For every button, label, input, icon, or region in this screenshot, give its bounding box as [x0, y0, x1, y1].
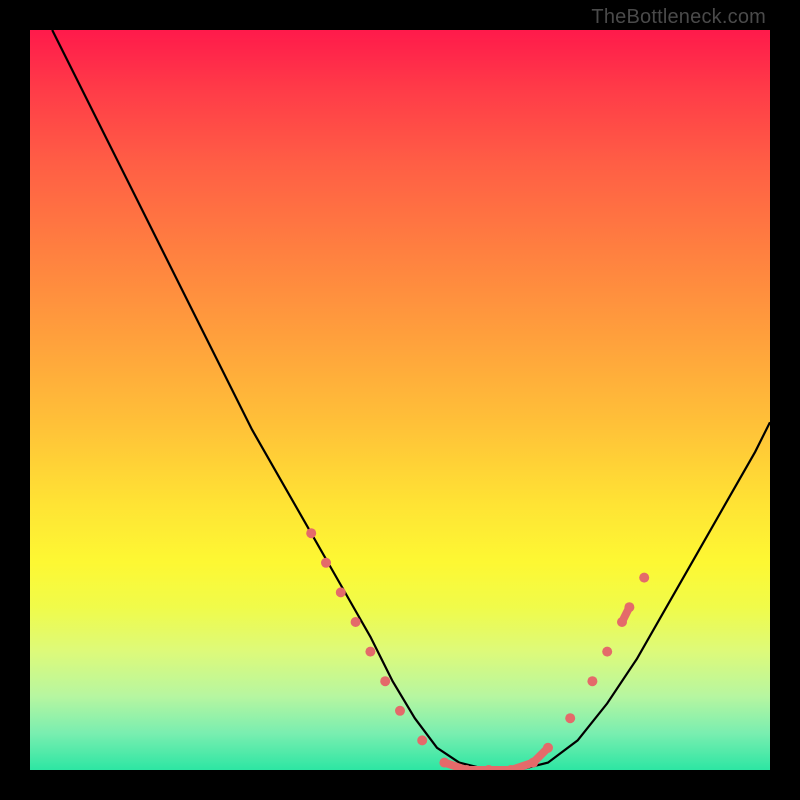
marker-dot [395, 706, 405, 716]
marker-dot [543, 743, 553, 753]
bottleneck-curve [52, 30, 770, 770]
marker-dot [617, 617, 627, 627]
marker-dot [484, 765, 494, 770]
chart-frame: TheBottleneck.com [0, 0, 800, 800]
marker-dot [587, 676, 597, 686]
marker-dot [565, 713, 575, 723]
marker-dot [321, 558, 331, 568]
marker-dot [380, 676, 390, 686]
marker-dot [365, 647, 375, 657]
plot-area [30, 30, 770, 770]
marker-dot [336, 587, 346, 597]
watermark-text: TheBottleneck.com [591, 6, 766, 29]
marker-dot [351, 617, 361, 627]
marker-dot [306, 528, 316, 538]
marker-dot [417, 735, 427, 745]
marker-dot [602, 647, 612, 657]
marker-dot [439, 758, 449, 768]
marker-dot [528, 758, 538, 768]
marker-dot [624, 602, 634, 612]
marker-dot [639, 573, 649, 583]
marker-group [306, 528, 649, 770]
curve-layer [30, 30, 770, 770]
